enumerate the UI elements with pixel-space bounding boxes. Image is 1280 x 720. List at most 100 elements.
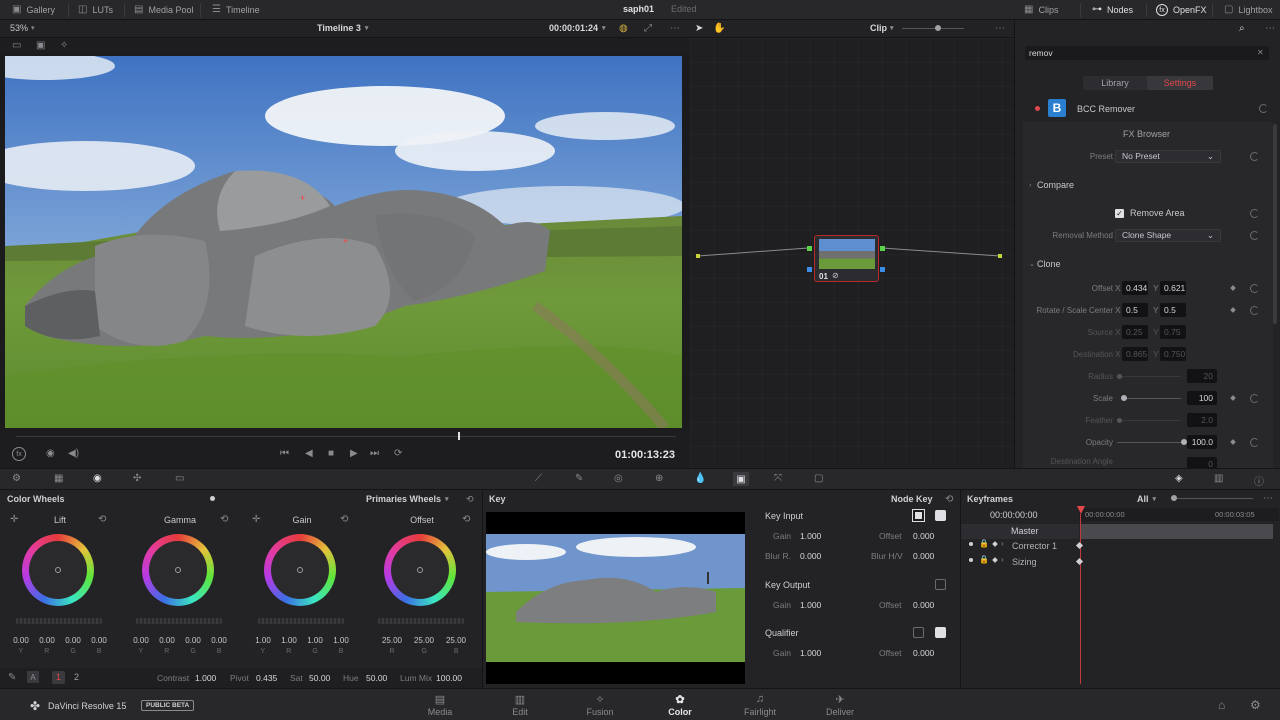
fx-browser-button[interactable]: FX Browser: [1123, 129, 1170, 139]
keyframe-icon[interactable]: [992, 541, 998, 547]
opacity-field[interactable]: 100.0: [1187, 435, 1217, 449]
blur-icon[interactable]: 💧: [694, 473, 706, 484]
qualifier-offset[interactable]: 0.000: [909, 646, 939, 660]
plugin-enable-dot[interactable]: [1035, 106, 1040, 111]
scale-handle[interactable]: [1121, 395, 1127, 401]
node-graph[interactable]: 01 ⊘: [690, 38, 1014, 468]
nav-fairlight[interactable]: ♫ Fairlight: [730, 693, 790, 717]
auto-balance-icon[interactable]: ✎: [8, 672, 16, 683]
gamma-b[interactable]: 0.00: [211, 636, 227, 645]
lock-icon[interactable]: 🔒: [979, 555, 989, 564]
nav-deliver[interactable]: ✈ Deliver: [810, 693, 870, 717]
timeline-button[interactable]: ☰ Timeline: [212, 4, 260, 15]
reset-icon[interactable]: ⟲: [466, 494, 474, 505]
key-mask-icon[interactable]: [935, 510, 946, 521]
clips-button[interactable]: ▦ Clips: [1024, 4, 1058, 15]
gain-y[interactable]: 1.00: [255, 636, 271, 645]
gallery-button[interactable]: ▣ Gallery: [12, 4, 55, 15]
lift-y[interactable]: 0.00: [13, 636, 29, 645]
reset-icon[interactable]: [1250, 437, 1259, 447]
color-match-icon[interactable]: ▦: [54, 473, 63, 484]
gamma-g[interactable]: 0.00: [185, 636, 201, 645]
keyframe-playhead-marker[interactable]: [1077, 506, 1085, 514]
node-zoom-slider[interactable]: [902, 28, 964, 29]
display-icon[interactable]: ▭: [12, 40, 21, 51]
search-icon[interactable]: ⌕: [1239, 23, 1245, 34]
keyframe-ruler[interactable]: 00:00:00:00 00:00:03:05: [1079, 508, 1279, 521]
reset-icon[interactable]: [1250, 151, 1259, 161]
gain-b[interactable]: 1.00: [333, 636, 349, 645]
qualifier-icon[interactable]: ✎: [575, 473, 583, 484]
scrubber-track[interactable]: [16, 436, 676, 437]
gamma-wheel[interactable]: Gamma ⟲ 0.00 0.00 0.00 0.00 Y R G B: [120, 510, 240, 660]
chevron-right-icon[interactable]: ›: [1001, 555, 1004, 564]
track-enable-dot[interactable]: [969, 558, 973, 562]
color-wheel-icon[interactable]: ◍: [619, 23, 628, 34]
nav-fusion[interactable]: ✧ Fusion: [570, 693, 630, 717]
preset-select[interactable]: No Preset ⌄: [1115, 149, 1221, 163]
keyframe-filter-select[interactable]: All ▾: [1137, 494, 1156, 504]
color-wheel[interactable]: [264, 534, 336, 606]
reset-icon[interactable]: ⟲: [340, 514, 348, 525]
reset-icon[interactable]: [1250, 393, 1259, 403]
keyframe-marker[interactable]: [1075, 541, 1084, 550]
qualifier-mask-icon[interactable]: [935, 627, 946, 638]
page-1-button[interactable]: 1: [52, 671, 65, 684]
offset-wheel[interactable]: Offset ⟲ 25.00 25.00 25.00 R G B: [362, 510, 482, 660]
node-mode-select[interactable]: Clip ▾: [870, 23, 894, 33]
scale-field[interactable]: 100: [1187, 391, 1217, 405]
luts-button[interactable]: ◫ LUTs: [78, 4, 113, 15]
tracker-icon[interactable]: ⊕: [655, 473, 663, 484]
node-output-key[interactable]: [880, 267, 885, 272]
nav-color[interactable]: ✿ Color: [650, 693, 710, 717]
chevron-right-icon[interactable]: ›: [1029, 182, 1031, 189]
fx-icon[interactable]: fx: [12, 447, 26, 461]
node-input-key[interactable]: [807, 267, 812, 272]
more-icon[interactable]: ⋯: [1263, 493, 1273, 504]
color-wheel[interactable]: [142, 534, 214, 606]
color-wheel[interactable]: [384, 534, 456, 606]
key-output-offset[interactable]: 0.000: [909, 598, 939, 612]
lift-b[interactable]: 0.00: [91, 636, 107, 645]
node-input-rgb[interactable]: [807, 246, 812, 251]
master-wheel[interactable]: [378, 618, 464, 624]
reset-icon[interactable]: ⟲: [98, 514, 106, 525]
lift-r[interactable]: 0.00: [39, 636, 55, 645]
blur-r-field[interactable]: 0.000: [796, 549, 826, 563]
master-wheel[interactable]: [16, 618, 102, 624]
home-icon[interactable]: ⌂: [1218, 698, 1225, 712]
reset-icon[interactable]: ⟲: [220, 514, 228, 525]
compare-section[interactable]: Compare: [1037, 180, 1074, 190]
sat-field[interactable]: 50.00: [305, 671, 333, 685]
offset-y-field[interactable]: 0.621: [1160, 281, 1186, 295]
clone-section[interactable]: Clone: [1037, 259, 1061, 269]
pointer-icon[interactable]: ➤: [695, 23, 703, 34]
reset-icon[interactable]: [1250, 208, 1259, 218]
reset-icon[interactable]: [1259, 104, 1268, 113]
keyframe-zoom-slider[interactable]: [1173, 498, 1253, 499]
gain-wheel[interactable]: ✛ Gain ⟲ 1.00 1.00 1.00 1.00 Y R G B: [242, 510, 362, 660]
offset-g[interactable]: 25.00: [414, 636, 434, 645]
skip-end-icon[interactable]: ⏭: [370, 448, 379, 459]
magic-wand-icon[interactable]: ✧: [60, 40, 68, 51]
nodes-button[interactable]: ⊶ Nodes: [1092, 4, 1133, 15]
keyframe-icon[interactable]: [1230, 307, 1236, 313]
eye-icon[interactable]: ◉: [46, 448, 55, 459]
node-output-rgb[interactable]: [880, 246, 885, 251]
reset-icon[interactable]: ⟲: [945, 494, 953, 505]
color-wheels-icon[interactable]: ◉: [93, 473, 102, 484]
gain-g[interactable]: 1.00: [307, 636, 323, 645]
lift-wheel[interactable]: ✛ Lift ⟲ 0.00 0.00 0.00 0.00 Y R G B: [0, 510, 120, 660]
node-zoom-handle[interactable]: [935, 25, 941, 31]
scopes-icon[interactable]: ▥: [1214, 473, 1223, 484]
qualifier-toggle-icon[interactable]: [913, 627, 924, 638]
page-2-button[interactable]: 2: [70, 671, 83, 684]
wheels-mode-select[interactable]: Primaries Wheels ▾: [366, 494, 449, 504]
scrollbar[interactable]: [1273, 124, 1277, 324]
color-wheel[interactable]: [22, 534, 94, 606]
auto-a-icon[interactable]: A: [27, 671, 39, 683]
contrast-field[interactable]: 1.000: [191, 671, 219, 685]
lock-icon[interactable]: 🔒: [979, 539, 989, 548]
rotate-x-field[interactable]: 0.5: [1122, 303, 1148, 317]
keyframe-icon[interactable]: [1230, 285, 1236, 291]
